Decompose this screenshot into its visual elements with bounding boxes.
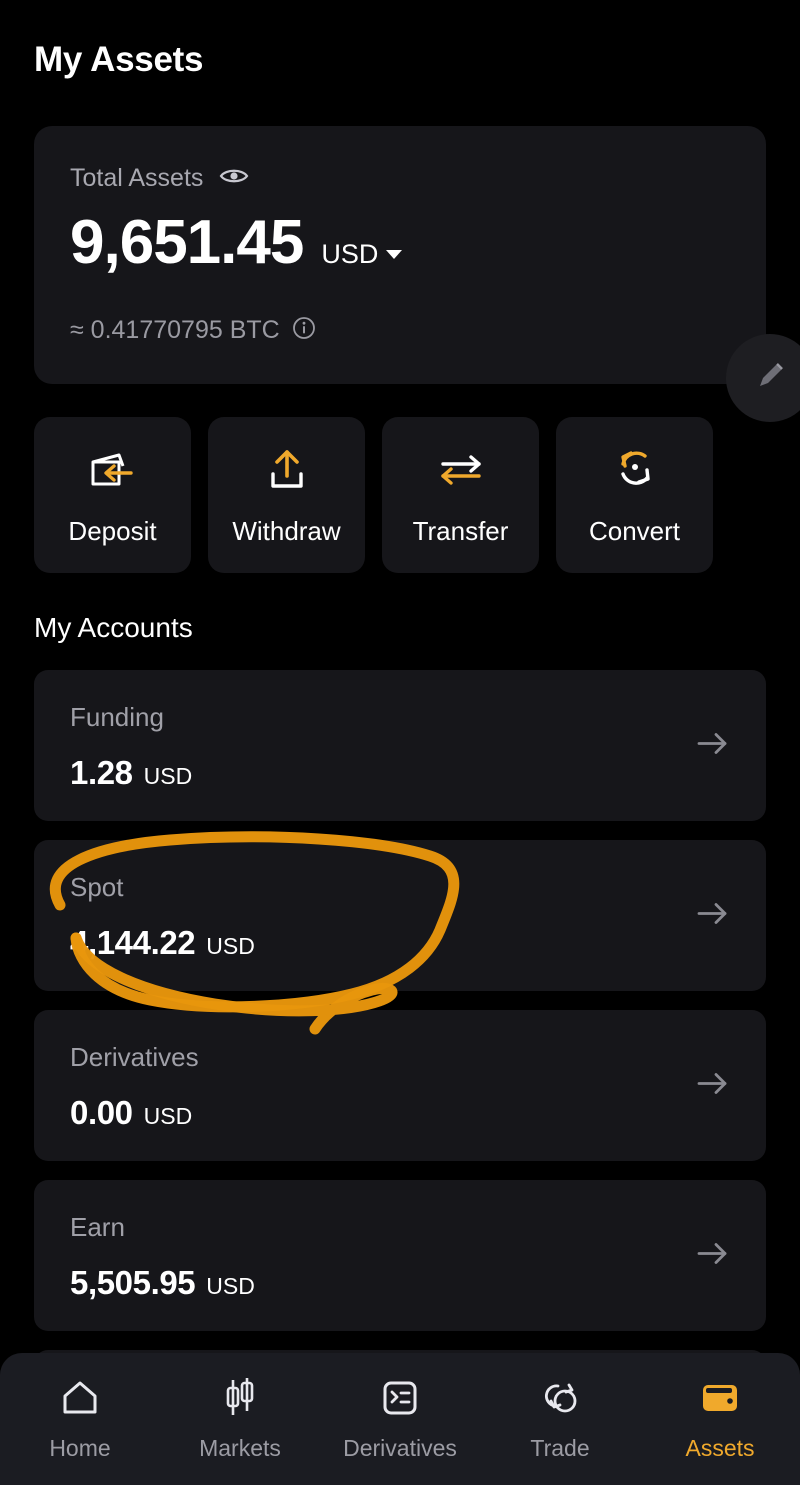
btc-equivalent-value: ≈ 0.41770795 BTC [70, 316, 280, 344]
account-unit: USD [206, 933, 255, 959]
account-row-derivatives[interactable]: Derivatives 0.00 USD [34, 1010, 766, 1161]
nav-label: Trade [530, 1434, 590, 1461]
nav-item-assets[interactable]: Assets [640, 1377, 800, 1462]
nav-item-trade[interactable]: Trade [480, 1377, 640, 1462]
info-icon[interactable] [292, 316, 316, 345]
list-panel-icon [380, 1377, 420, 1419]
currency-selector[interactable]: USD [321, 239, 403, 270]
deposit-button[interactable]: Deposit [34, 417, 191, 573]
total-assets-label: Total Assets [70, 164, 204, 192]
transfer-label: Transfer [412, 515, 509, 546]
nav-item-markets[interactable]: Markets [160, 1377, 320, 1462]
wallet-deposit-icon [85, 444, 141, 496]
transfer-button[interactable]: Transfer [382, 417, 539, 573]
account-name: Earn [70, 1212, 125, 1242]
account-name: Derivatives [70, 1042, 199, 1072]
bottom-navigation: Home Markets Derivatives Trade Assets [0, 1353, 800, 1485]
account-value: 4,144.22 USD [70, 924, 255, 962]
arrow-right-icon[interactable] [696, 899, 730, 932]
account-name: Spot [70, 872, 124, 902]
accounts-list: Funding 1.28 USD Spot 4,144.22 USD Deriv… [34, 670, 766, 1394]
account-amount: 5,505.95 [70, 1264, 196, 1301]
convert-button[interactable]: Convert [556, 417, 713, 573]
arrow-right-icon[interactable] [696, 1239, 730, 1272]
eye-icon[interactable] [219, 166, 249, 191]
account-value: 5,505.95 USD [70, 1264, 255, 1302]
arrow-right-icon[interactable] [696, 1069, 730, 1102]
transfer-arrows-icon [433, 444, 489, 496]
account-value: 1.28 USD [70, 754, 192, 792]
pencil-icon [750, 356, 790, 401]
account-unit: USD [143, 1103, 193, 1129]
assets-screen: My Assets Total Assets 9,651.45 USD ≈ 0.… [0, 0, 800, 1485]
nav-label: Assets [685, 1434, 755, 1461]
quick-actions: Deposit Withdraw Transfer Convert [34, 417, 766, 573]
convert-label: Convert [588, 515, 681, 546]
convert-refresh-icon [609, 444, 661, 496]
chevron-down-icon [386, 250, 403, 259]
account-amount: 0.00 [70, 1094, 133, 1131]
deposit-label: Deposit [68, 515, 157, 546]
swap-circles-icon [538, 1377, 582, 1419]
total-assets-amount: 9,651.45 [70, 208, 304, 277]
wallet-icon [699, 1377, 741, 1419]
account-unit: USD [143, 763, 193, 789]
upload-arrow-icon [262, 444, 312, 496]
nav-item-derivatives[interactable]: Derivatives [320, 1377, 480, 1462]
account-name: Funding [70, 702, 164, 732]
nav-label: Markets [199, 1434, 281, 1461]
btc-equivalent-row: ≈ 0.41770795 BTC [70, 316, 316, 345]
account-row-funding[interactable]: Funding 1.28 USD [34, 670, 766, 821]
nav-item-home[interactable]: Home [0, 1377, 160, 1462]
edit-button[interactable] [726, 334, 800, 422]
account-amount: 4,144.22 [70, 924, 196, 961]
page-title: My Assets [34, 40, 204, 79]
withdraw-button[interactable]: Withdraw [208, 417, 365, 573]
withdraw-label: Withdraw [232, 515, 341, 546]
home-icon [59, 1377, 101, 1419]
candlestick-icon [219, 1377, 261, 1419]
account-value: 0.00 USD [70, 1094, 192, 1132]
currency-code: USD [321, 239, 379, 269]
account-row-earn[interactable]: Earn 5,505.95 USD [34, 1180, 766, 1331]
total-assets-label-row: Total Assets [70, 164, 249, 193]
account-amount: 1.28 [70, 754, 133, 791]
total-assets-amount-row: 9,651.45 USD [70, 208, 403, 277]
arrow-right-icon[interactable] [696, 729, 730, 762]
my-accounts-title: My Accounts [34, 612, 193, 643]
account-unit: USD [206, 1273, 255, 1299]
total-assets-card: Total Assets 9,651.45 USD ≈ 0.41770795 B… [34, 126, 766, 384]
nav-label: Derivatives [343, 1434, 457, 1461]
account-row-spot[interactable]: Spot 4,144.22 USD [34, 840, 766, 991]
nav-label: Home [49, 1434, 111, 1461]
